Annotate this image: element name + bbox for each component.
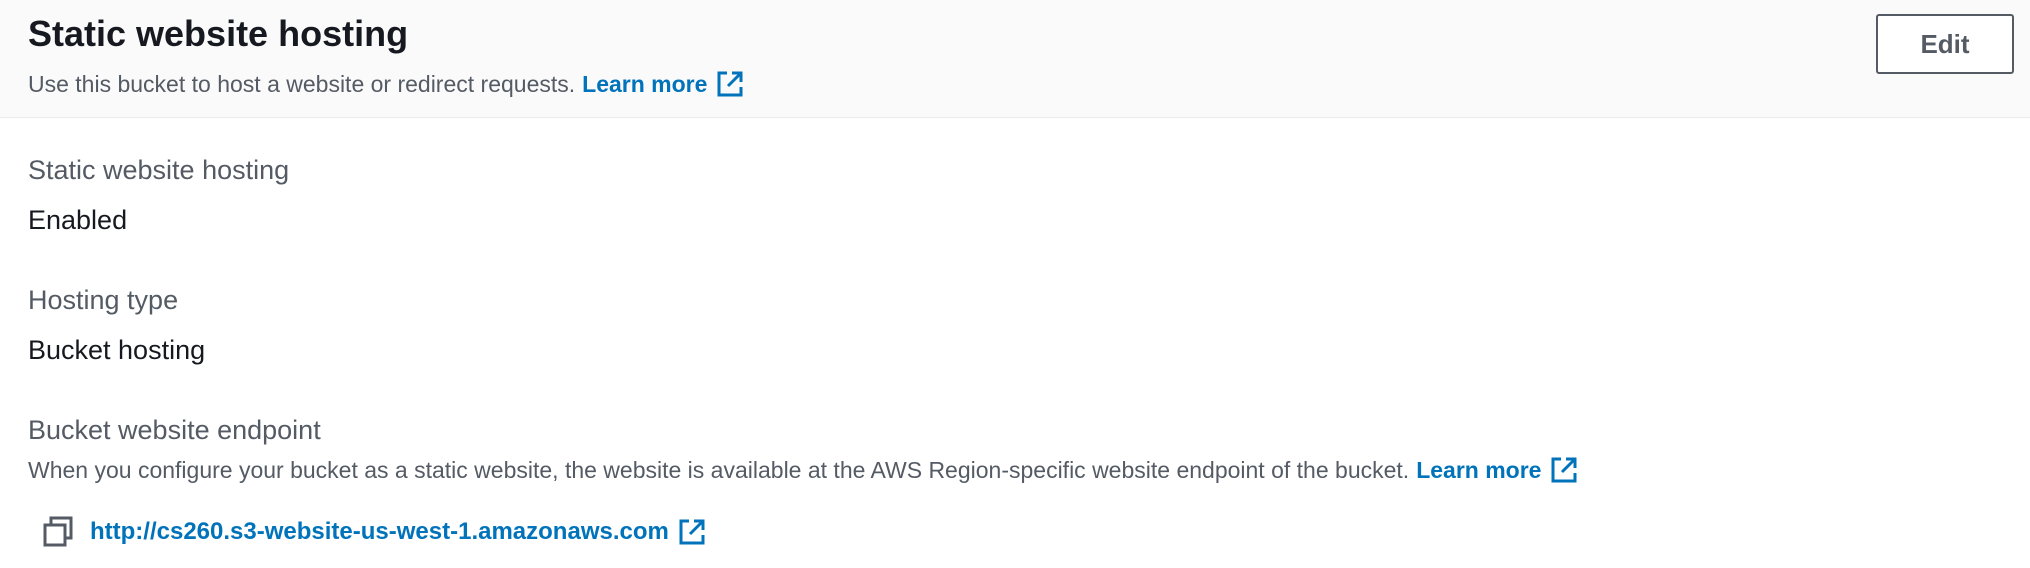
hosting-type-value: Bucket hosting bbox=[28, 335, 206, 365]
learn-more-link[interactable]: Learn more bbox=[582, 68, 745, 100]
copy-icon[interactable] bbox=[42, 516, 74, 548]
endpoint-description-text: When you configure your bucket as a stat… bbox=[28, 457, 1410, 483]
endpoint-description: When you configure your bucket as a stat… bbox=[28, 454, 1579, 486]
panel-description: Use this bucket to host a website or red… bbox=[28, 68, 745, 100]
panel-title: Static website hosting bbox=[28, 13, 409, 54]
external-link-icon bbox=[679, 519, 705, 545]
endpoint-label: Bucket website endpoint bbox=[28, 415, 321, 445]
endpoint-learn-more-link[interactable]: Learn more bbox=[1416, 454, 1579, 486]
endpoint-row: http://cs260.s3-website-us-west-1.amazon… bbox=[42, 512, 707, 552]
endpoint-url-link[interactable]: http://cs260.s3-website-us-west-1.amazon… bbox=[90, 517, 707, 547]
hosting-value: Enabled bbox=[28, 205, 128, 235]
external-link-icon bbox=[717, 71, 743, 97]
endpoint-url: http://cs260.s3-website-us-west-1.amazon… bbox=[90, 518, 669, 545]
edit-button[interactable]: Edit bbox=[1876, 14, 2014, 74]
external-link-icon bbox=[1551, 457, 1577, 483]
panel-description-text: Use this bucket to host a website or red… bbox=[28, 71, 576, 97]
hosting-label: Static website hosting bbox=[28, 155, 290, 185]
hosting-type-label: Hosting type bbox=[28, 285, 179, 315]
learn-more-label: Learn more bbox=[582, 71, 708, 97]
panel-header: Static website hosting Use this bucket t… bbox=[0, 0, 2030, 118]
endpoint-learn-more-label: Learn more bbox=[1416, 457, 1542, 483]
